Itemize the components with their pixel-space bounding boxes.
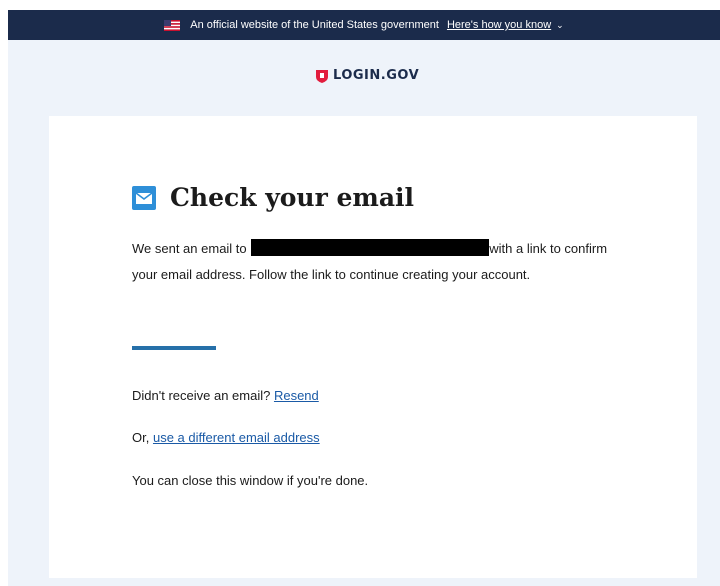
us-flag-icon bbox=[164, 19, 181, 31]
gov-banner-text: An official website of the United States… bbox=[190, 19, 439, 31]
redacted-email bbox=[251, 239, 490, 256]
login-gov-shield-icon bbox=[316, 69, 328, 83]
heres-how-you-know-link[interactable]: Here's how you know bbox=[447, 19, 551, 31]
resend-row: Didn't receive an email? Resend bbox=[132, 388, 319, 403]
close-window-note: You can close this window if you're done… bbox=[132, 473, 369, 488]
different-email-prefix: Or, bbox=[132, 430, 150, 445]
chevron-down-icon[interactable]: ⌄ bbox=[556, 20, 564, 31]
resend-prompt: Didn't receive an email? bbox=[132, 388, 271, 403]
page-title: Check your email bbox=[170, 183, 415, 212]
gov-banner: An official website of the United States… bbox=[8, 10, 720, 40]
envelope-icon bbox=[132, 185, 156, 210]
page: An official website of the United States… bbox=[0, 0, 720, 586]
instructions-text: We sent an email to with a link to confi… bbox=[132, 236, 632, 288]
different-email-row: Or, use a different email address bbox=[132, 430, 320, 445]
logo-text: LOGIN.GOV bbox=[333, 68, 420, 83]
resend-link[interactable]: Resend bbox=[274, 388, 319, 403]
accent-rule bbox=[132, 346, 216, 350]
different-email-link[interactable]: use a different email address bbox=[153, 430, 320, 445]
content-card: Check your email We sent an email to wit… bbox=[49, 116, 697, 578]
login-gov-logo[interactable]: LOGIN.GOV bbox=[316, 68, 419, 83]
instructions-prefix: We sent an email to bbox=[132, 241, 251, 256]
heading-row: Check your email bbox=[132, 183, 414, 212]
